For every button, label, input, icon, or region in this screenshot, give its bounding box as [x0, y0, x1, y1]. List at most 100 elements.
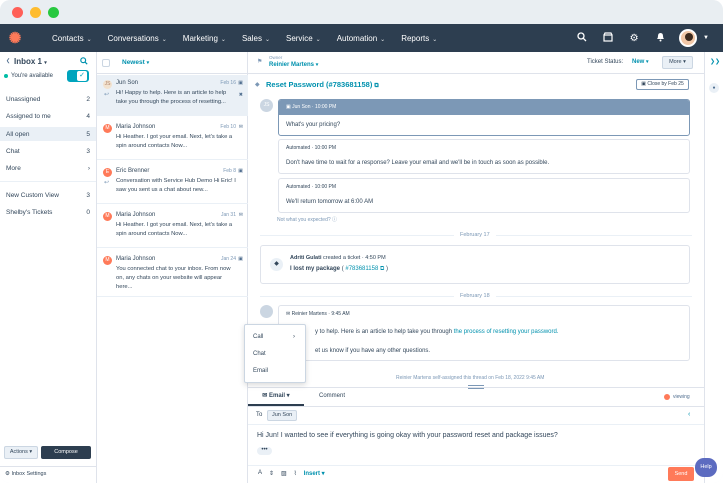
ticket-link[interactable]: #783681158	[345, 266, 378, 272]
nav-automation[interactable]: Automation ⌄	[337, 34, 386, 43]
select-all-checkbox[interactable]	[102, 59, 110, 67]
nav-marketing[interactable]: Marketing ⌄	[183, 34, 226, 43]
user-avatar[interactable]	[679, 29, 698, 47]
maximize-window-button[interactable]	[48, 7, 59, 18]
sidebar-item-new-custom-view[interactable]: New Custom View 3	[6, 192, 90, 199]
thread-preview: Hi Heather. I got your email. Next, let'…	[116, 222, 233, 237]
reply-icon: ↩	[104, 92, 110, 98]
minimize-window-button[interactable]	[30, 7, 41, 18]
menu-item-chat[interactable]: Chat	[253, 351, 266, 357]
thread-sender: Maria Johnson	[116, 256, 156, 262]
availability-toggle[interactable]	[67, 70, 89, 82]
emoji-icon[interactable]: ⇕	[269, 470, 274, 477]
chevron-left-icon[interactable]: ‹	[688, 411, 690, 418]
collapse-sidebar-icon[interactable]: ❮	[6, 58, 10, 64]
thread-date: Jan 24	[220, 256, 236, 262]
bell-icon[interactable]	[647, 32, 673, 45]
sidebar-item-more[interactable]: More ›	[6, 165, 90, 172]
avatar: JS	[103, 80, 112, 89]
online-dot-icon	[4, 74, 8, 78]
thread-preview: You connected chat to your inbox. From n…	[116, 266, 231, 290]
not-expected-link[interactable]: Not what you expected? ⓘ	[277, 216, 337, 223]
avatar	[260, 305, 273, 318]
email-icon: ✉	[262, 393, 268, 399]
app-window: ✺ Contacts ⌄ Conversations ⌄ Marketing ⌄ Sa…	[0, 0, 723, 483]
owner-dropdown[interactable]: Reinier Martens ▾	[269, 62, 318, 68]
thread-date: Feb 16	[220, 80, 236, 86]
inbox-settings-link[interactable]: ⚙ Inbox Settings	[5, 471, 46, 477]
show-more-button[interactable]: •••	[257, 447, 272, 455]
inbox-sidebar: ❮ Inbox 1 ▾ You're available Unassigned2…	[0, 52, 97, 483]
expand-panel-icon[interactable]: ❯❯	[710, 58, 720, 65]
ticket-event-card: ◆ Adriti Gulati created a ticket · 4:50 …	[260, 245, 690, 284]
thread-item[interactable]: M Maria Johnson Jan 31 ✉ Hi Heather. I g…	[97, 207, 248, 248]
tab-email[interactable]: ✉ Email ▾	[248, 388, 304, 406]
message-text: What's your pricing?	[286, 122, 341, 128]
thread-item[interactable]: M Maria Johnson Jan 24 ▣ You connected c…	[97, 251, 248, 297]
thread-item[interactable]: E Eric Brenner Feb 8 ▣ ↩ Conversation wi…	[97, 163, 248, 204]
menu-item-call[interactable]: Call	[253, 334, 263, 340]
ticket-title-link[interactable]: Reset Password (#783681158) ⧉	[266, 80, 379, 90]
image-icon[interactable]: ▨	[281, 470, 287, 477]
sidebar-item-assigned-to-me[interactable]: Assigned to me 4	[6, 113, 90, 120]
thread-list: Newest ▾ JS Jun Son Feb 16 ▣ ↩ Hi! Happy…	[97, 52, 248, 483]
chevron-down-icon[interactable]: ▼	[703, 35, 709, 41]
close-by-badge[interactable]: ▣ Close by Feb 25	[636, 79, 689, 90]
send-button[interactable]: Send	[668, 467, 694, 481]
ticket-status-dropdown[interactable]: New ▾	[632, 59, 649, 65]
nav-reports[interactable]: Reports ⌄	[401, 34, 437, 43]
sidebar-item-shelbys-tickets[interactable]: Shelby's Tickets 0	[6, 209, 90, 216]
sidebar-item-unassigned[interactable]: Unassigned 2	[6, 96, 90, 103]
recipient-chip[interactable]: Jun Son	[267, 410, 298, 421]
chevron-down-icon: ⌄	[315, 36, 321, 43]
message-bubble: Automated · 10:00 PM We'll return tomorr…	[278, 178, 690, 213]
article-link[interactable]: the process of resetting your password.	[454, 329, 559, 335]
chat-icon: ▣	[238, 256, 243, 262]
nav-sales[interactable]: Sales ⌄	[242, 34, 270, 43]
sort-dropdown[interactable]: Newest ▾	[122, 59, 149, 66]
conversation-panel: ⚑ Owner Reinier Martens ▾ Ticket Status:…	[248, 52, 704, 483]
resize-handle[interactable]	[468, 385, 484, 389]
text-format-icon[interactable]: A	[258, 470, 262, 477]
hubspot-logo-icon[interactable]: ✺	[0, 29, 30, 47]
thread-sender: Jun Son	[116, 80, 139, 86]
contact-icon[interactable]: ●	[709, 83, 719, 93]
marketplace-icon[interactable]	[595, 31, 621, 45]
thread-item[interactable]: M Maria Johnson Feb 10 ✉ Hi Heather. I g…	[97, 119, 248, 160]
tag-icon: ◆	[255, 82, 260, 88]
thread-date: Feb 10	[220, 124, 236, 130]
chevron-down-icon: ⌄	[86, 36, 92, 43]
email-body-input[interactable]: Hi Jun! I wanted to see if everything is…	[257, 432, 558, 439]
more-button[interactable]: More ▾	[662, 56, 693, 69]
chat-icon: ▣	[238, 80, 243, 86]
search-icon[interactable]	[80, 57, 88, 67]
inbox-title[interactable]: Inbox 1 ▾	[14, 57, 47, 66]
menu-item-email[interactable]: Email	[253, 368, 268, 374]
chevron-down-icon: ⌄	[161, 36, 167, 43]
search-icon[interactable]	[569, 31, 595, 45]
gear-icon[interactable]: ⚙	[621, 33, 647, 44]
close-window-button[interactable]	[12, 7, 23, 18]
nav-conversations[interactable]: Conversations ⌄	[108, 34, 167, 43]
sidebar-item-chat[interactable]: Chat 3	[6, 148, 90, 155]
date-separator: February 17	[454, 232, 496, 238]
message-bubble: ▣ Jun Son · 10:00 PM What's your pricing…	[278, 99, 690, 136]
compose-button[interactable]: Compose	[41, 446, 91, 459]
chat-icon: ▣	[238, 168, 243, 174]
actions-button[interactable]: Actions ▾	[4, 446, 38, 459]
chevron-right-icon: ›	[293, 334, 295, 340]
sidebar-item-all-open[interactable]: All open 5	[0, 127, 96, 141]
nav-contacts[interactable]: Contacts ⌄	[52, 34, 92, 43]
nav-service[interactable]: Service ⌄	[286, 34, 321, 43]
avatar: E	[103, 168, 112, 177]
thread-item[interactable]: JS Jun Son Feb 16 ▣ ↩ Hi! Happy to help.…	[97, 75, 248, 116]
help-button[interactable]: Help	[695, 458, 717, 477]
thread-date: Jan 31	[220, 212, 236, 218]
attachment-icon[interactable]: ⌇	[294, 470, 297, 477]
message-text: Don't have time to wait for a response? …	[286, 160, 550, 166]
insert-dropdown[interactable]: Insert ▾	[304, 470, 325, 477]
avatar: M	[103, 256, 112, 265]
email-icon: ✉	[238, 124, 243, 130]
chevron-down-icon: ⌄	[264, 36, 270, 43]
tab-comment[interactable]: Comment	[308, 388, 356, 406]
